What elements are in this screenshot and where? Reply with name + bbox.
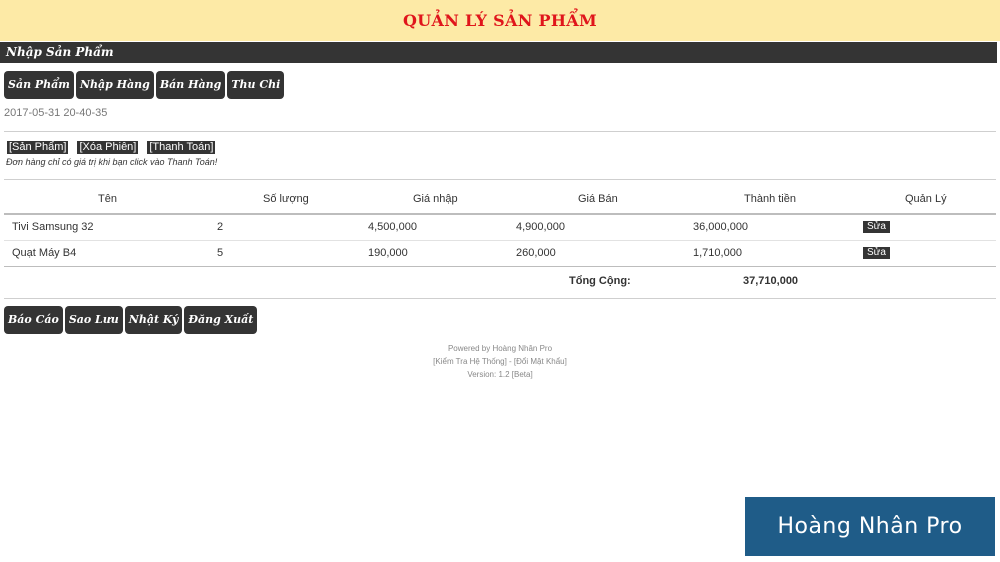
column-header-manage: Quản Lý [905,193,947,205]
nav-sales-button[interactable]: Bán Hàng [155,71,226,99]
brand-text: Hoàng Nhân Pro [777,514,963,539]
row-divider [4,266,996,267]
checkout-link[interactable]: [Thanh Toán] [147,141,216,154]
edit-button[interactable]: Sửa [863,221,890,233]
divider [4,179,996,180]
column-header-name: Tên [98,193,117,205]
footer-version: Version: 1.2 [Beta] [467,370,533,379]
edit-button[interactable]: Sửa [863,247,890,259]
column-header-price: Giá Bán [578,193,618,205]
products-link[interactable]: [Sản Phẩm] [7,141,69,154]
nav-finance-button[interactable]: Thu Chi [227,71,285,99]
table-header-divider [4,213,996,215]
clear-session-link[interactable]: [Xóa Phiên] [77,141,139,154]
total-value: 37,710,000 [743,275,799,287]
cell-quantity: 2 [217,221,224,233]
session-timestamp: 2017-05-31 20-40-35 [4,107,108,119]
column-header-cost: Giá nhập [413,193,458,205]
nav-import-button[interactable]: Nhập Hàng [75,71,154,99]
row-divider [4,240,996,241]
cell-cost: 190,000 [368,247,408,259]
nav-products-button[interactable]: Sản Phẩm [4,71,74,99]
cell-total: 36,000,000 [693,221,749,233]
log-button[interactable]: Nhật Ký [124,306,183,334]
section-title: Nhập Sản Phẩm [6,45,114,59]
logout-button[interactable]: Đăng Xuất [184,306,258,334]
column-header-quantity: Số lượng [263,193,309,205]
session-links: [Sản Phẩm] [Xóa Phiên] [Thanh Toán] [7,141,216,154]
backup-button[interactable]: Sao Lưu [64,306,123,334]
cell-total: 1,710,000 [693,247,742,259]
page-title: QUẢN LÝ SẢN PHẨM [403,11,597,30]
cell-quantity: 5 [217,247,224,259]
total-label: Tổng Cộng: [569,275,631,287]
page-header: QUẢN LÝ SẢN PHẨM [0,0,1000,41]
footer-links[interactable]: [Kiểm Tra Hệ Thống] - [Đổi Mật Khẩu] [0,357,1000,366]
divider [4,298,996,299]
bottom-nav: Báo Cáo Sao Lưu Nhật Ký Đăng Xuất [4,306,258,334]
brand-watermark: Hoàng Nhân Pro [745,497,995,556]
top-nav: Sản Phẩm Nhập Hàng Bán Hàng Thu Chi [4,71,285,99]
cell-price: 260,000 [516,247,556,259]
column-header-total: Thành tiền [744,193,796,205]
section-title-bar: Nhập Sản Phẩm [0,42,997,63]
report-button[interactable]: Báo Cáo [4,306,63,334]
cell-name: Tivi Samsung 32 [12,221,94,233]
order-note: Đơn hàng chỉ có giá trị khi bạn click và… [6,157,218,167]
cell-name: Quạt Máy B4 [12,247,77,259]
cell-cost: 4,500,000 [368,221,417,233]
divider [4,131,996,132]
cell-price: 4,900,000 [516,221,565,233]
footer-powered: Powered by Hoàng Nhân Pro [447,344,553,353]
